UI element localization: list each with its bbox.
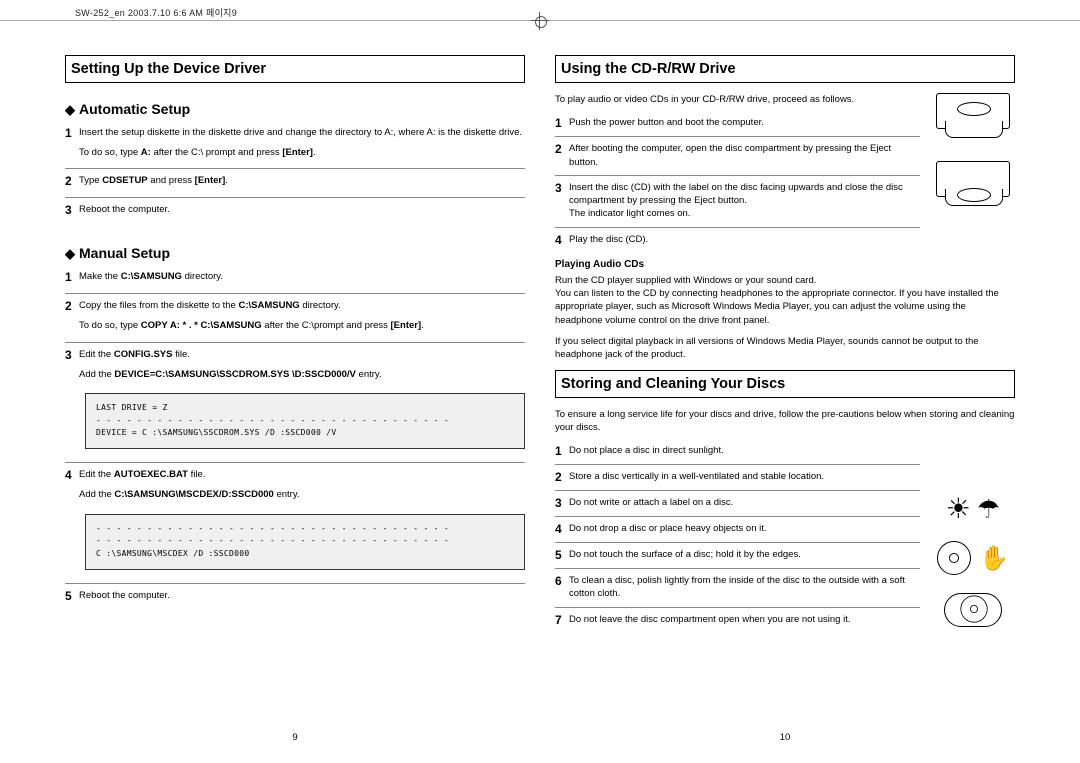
print-header: SW-252_en 2003.7.10 6:6 AM 페이지9	[75, 6, 237, 19]
disc-icon	[937, 541, 971, 575]
diamond-icon: ◆	[65, 102, 75, 117]
clean-disc-icon	[944, 593, 1002, 627]
paragraph: If you select digital playback in all ve…	[555, 335, 1015, 362]
manual-page-spread: SW-252_en 2003.7.10 6:6 AM 페이지9 Setting …	[0, 0, 1080, 763]
intro-text: To ensure a long service life for your d…	[555, 408, 1015, 435]
step: 5Do not touch the surface of a disc; hol…	[555, 548, 920, 562]
step-divider	[65, 583, 525, 584]
subsection-header: ◆Manual Setup	[65, 245, 525, 262]
step: 1Push the power button and boot the comp…	[555, 116, 920, 130]
step: 2Type CDSETUP and press [Enter].	[65, 174, 525, 188]
step: 1Insert the setup diskette in the disket…	[65, 126, 525, 140]
section-title: Using the CD-R/RW Drive	[555, 55, 1015, 83]
step: 4Edit the AUTOEXEC.BAT file.	[65, 468, 525, 482]
step: 2Store a disc vertically in a well-venti…	[555, 470, 920, 484]
step-divider	[555, 490, 920, 491]
step-continuation: To do so, type COPY A: * . * C:\SAMSUNG …	[79, 319, 525, 332]
code-box: LAST DRIVE = Z - - - - - - - - - - - - -…	[85, 393, 525, 449]
step-divider	[555, 464, 920, 465]
sun-icon: ☀	[946, 495, 971, 523]
care-illustrations: ☀ ☂ ✋	[931, 495, 1015, 627]
paragraph: Run the CD player supplied with Windows …	[555, 274, 1015, 327]
step: 3Reboot the computer.	[65, 203, 525, 217]
step-divider	[555, 136, 920, 137]
step-block: 1Push the power button and boot the comp…	[555, 116, 920, 252]
step: 3Do not write or attach a label on a dis…	[555, 496, 920, 510]
step-divider	[65, 197, 525, 198]
step: 3Insert the disc (CD) with the label on …	[555, 181, 920, 221]
cd-drive-open-icon	[936, 93, 1010, 129]
subsection-header: ◆Automatic Setup	[65, 101, 525, 118]
step-divider	[65, 462, 525, 463]
page-number: 9	[292, 732, 297, 743]
drive-illustrations	[931, 93, 1015, 197]
diamond-icon: ◆	[65, 246, 75, 261]
step-divider	[555, 227, 920, 228]
step: 7Do not leave the disc compartment open …	[555, 613, 920, 627]
step-divider	[555, 175, 920, 176]
step: 5Reboot the computer.	[65, 589, 525, 603]
umbrella-icon: ☂	[977, 496, 1000, 522]
section-title: Setting Up the Device Driver	[65, 55, 525, 83]
step-divider	[65, 168, 525, 169]
left-column: Setting Up the Device Driver ◆Automatic …	[65, 55, 525, 713]
step: 1Make the C:\SAMSUNG directory.	[65, 270, 525, 284]
step-divider	[555, 542, 920, 543]
step: 2After booting the computer, open the di…	[555, 142, 920, 169]
step: 2Copy the files from the diskette to the…	[65, 299, 525, 313]
code-box: - - - - - - - - - - - - - - - - - - - - …	[85, 514, 525, 570]
step: 3Edit the CONFIG.SYS file.	[65, 348, 525, 362]
registration-mark-icon	[531, 12, 549, 30]
step: 4Do not drop a disc or place heavy objec…	[555, 522, 920, 536]
step: 4Play the disc (CD).	[555, 233, 920, 247]
step: 6To clean a disc, polish lightly from th…	[555, 574, 920, 601]
page-number: 10	[780, 732, 791, 743]
step-divider	[555, 516, 920, 517]
step-divider	[555, 607, 920, 608]
right-column: Using the CD-R/RW Drive To play audio or…	[555, 55, 1015, 713]
content-columns: Setting Up the Device Driver ◆Automatic …	[65, 55, 1015, 713]
step-continuation: To do so, type A: after the C:\ prompt a…	[79, 146, 525, 159]
step-divider	[555, 568, 920, 569]
hand-hold-disc-icon: ✋	[979, 544, 1009, 573]
step: 1Do not place a disc in direct sunlight.	[555, 444, 920, 458]
step-continuation: Add the DEVICE=C:\SAMSUNG\SSCDROM.SYS \D…	[79, 368, 525, 381]
step-block: 1Do not place a disc in direct sunlight.…	[555, 444, 920, 633]
section-title: Storing and Cleaning Your Discs	[555, 370, 1015, 398]
step-divider	[65, 293, 525, 294]
subheading: Playing Audio CDs	[555, 259, 1015, 270]
cd-drive-insert-icon	[936, 161, 1010, 197]
step-continuation: Add the C:\SAMSUNG\MSCDEX/D:SSCD000 entr…	[79, 488, 525, 501]
step-divider	[65, 342, 525, 343]
